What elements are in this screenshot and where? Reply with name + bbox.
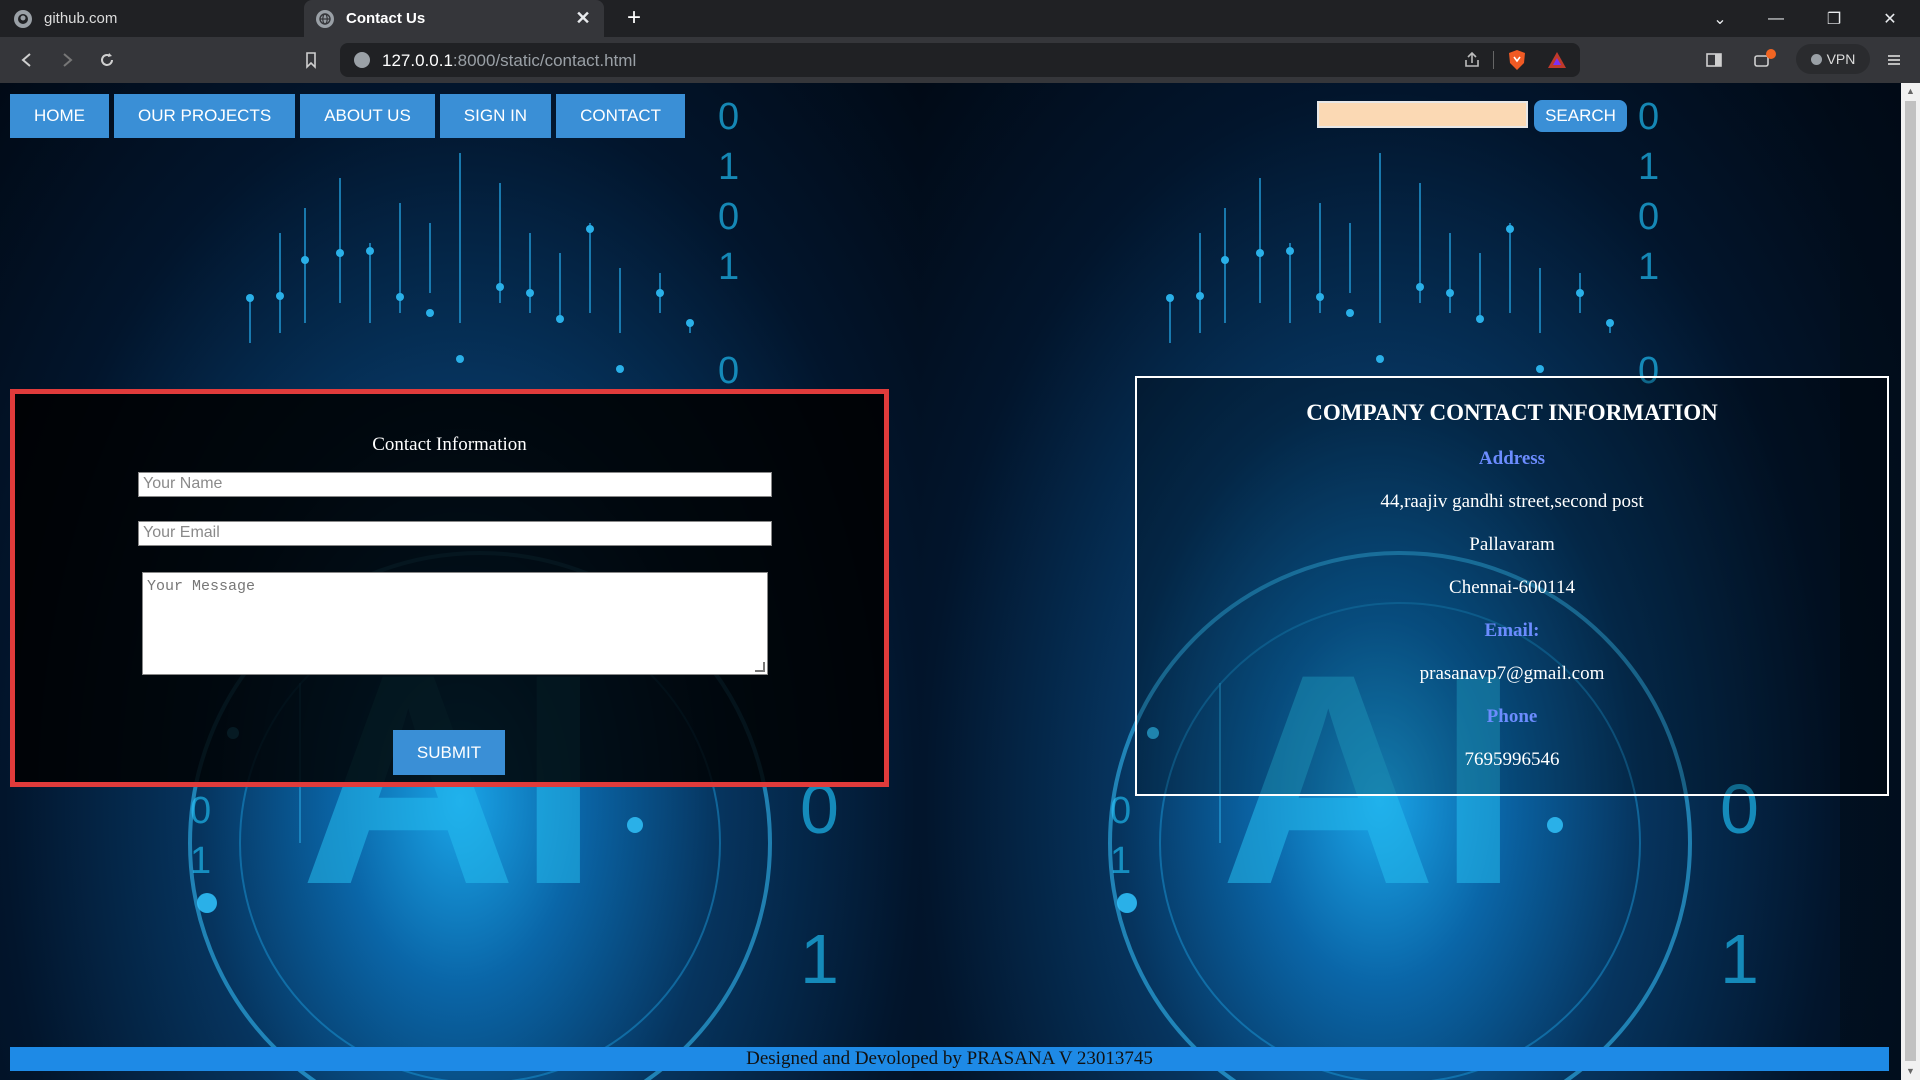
scrollbar-thumb[interactable] [1905, 101, 1916, 1061]
brave-shields-icon[interactable] [1506, 49, 1528, 71]
url-text[interactable]: 127.0.0.1:8000/static/contact.html [382, 51, 636, 71]
tab-title: Contact Us [346, 10, 426, 27]
close-tab-icon[interactable]: ✕ [574, 9, 592, 27]
address-label: Address [1478, 448, 1546, 469]
nav-home[interactable]: HOME [10, 94, 109, 138]
url-host: 127.0.0.1 [382, 51, 453, 70]
info-heading: COMPANY CONTACT INFORMATION [1306, 400, 1718, 425]
divider [1493, 51, 1494, 69]
tab-title: github.com [44, 10, 118, 27]
search-button[interactable]: SEARCH [1534, 100, 1627, 132]
address-bar[interactable]: 127.0.0.1:8000/static/contact.html [340, 43, 1580, 77]
phone-value: 7695996546 [1464, 749, 1560, 770]
nav-our-projects[interactable]: OUR PROJECTS [114, 94, 296, 138]
share-icon[interactable] [1462, 50, 1482, 70]
binary-digit: 1 [1638, 246, 1659, 288]
close-window-button[interactable]: ✕ [1862, 0, 1918, 37]
bookmark-icon[interactable] [297, 46, 325, 74]
vpn-button[interactable]: VPN [1796, 44, 1870, 74]
email-value: prasanavp7@gmail.com [1419, 663, 1605, 684]
page-viewport: 0 1 0 1 0 0 1 0 1 AI [0, 83, 1901, 1080]
back-icon[interactable] [13, 46, 41, 74]
scroll-up-icon[interactable]: ▲ [1905, 86, 1916, 96]
binary-digit: 1 [1638, 146, 1659, 188]
search-input[interactable] [1317, 101, 1528, 128]
form-title: Contact Information [372, 434, 527, 455]
binary-digit: 0 [1638, 196, 1659, 238]
url-path: :8000/static/contact.html [452, 51, 637, 70]
globe-icon [316, 9, 334, 28]
binary-digit: 1 [1720, 920, 1759, 998]
footer: Designed and Devoloped by PRASANA V 2301… [10, 1047, 1889, 1071]
binary-digit: 0 [1638, 96, 1659, 138]
vpn-label: VPN [1826, 51, 1856, 67]
nav-contact[interactable]: CONTACT [556, 94, 685, 138]
binary-digit: 0 [718, 96, 739, 138]
tab-contact-us[interactable]: Contact Us ✕ [304, 0, 604, 37]
address-line-1: 44,raajiv gandhi street,second post [1380, 491, 1644, 512]
nav-sign-in[interactable]: SIGN IN [439, 94, 552, 138]
browser-toolbar: 127.0.0.1:8000/static/contact.html VPN [0, 37, 1920, 83]
page-scrollbar[interactable]: ▲ ▼ [1901, 83, 1920, 1080]
submit-button[interactable]: SUBMIT [393, 730, 505, 775]
brave-rewards-icon[interactable] [1546, 49, 1568, 71]
binary-digit: 1 [718, 246, 739, 288]
address-line-3: Chennai-600114 [1449, 577, 1575, 598]
main-nav: HOME OUR PROJECTS ABOUT US SIGN IN CONTA… [10, 94, 685, 138]
binary-digit: 1 [718, 146, 739, 188]
binary-digit: 0 [718, 350, 739, 392]
name-field[interactable]: Your Name [138, 472, 772, 497]
message-textarea[interactable]: Your Message [142, 572, 768, 675]
new-tab-button[interactable]: + [620, 4, 648, 32]
minimize-button[interactable]: — [1748, 0, 1804, 37]
binary-digit: 1 [800, 920, 839, 998]
email-field[interactable]: Your Email [138, 521, 772, 546]
sidebar-toggle-icon[interactable] [1700, 46, 1728, 74]
nav-about-us[interactable]: ABOUT US [300, 94, 435, 138]
menu-icon[interactable] [1880, 46, 1908, 74]
binary-digit: 0 [718, 196, 739, 238]
notification-badge [1766, 49, 1776, 59]
resize-handle-icon[interactable] [755, 662, 765, 672]
site-info-icon[interactable] [354, 52, 370, 68]
phone-label: Phone [1486, 706, 1538, 727]
vpn-status-icon [1810, 53, 1822, 65]
address-line-2: Pallavaram [1469, 534, 1555, 555]
scroll-down-icon[interactable]: ▼ [1905, 1066, 1916, 1076]
message-placeholder: Your Message [147, 578, 256, 595]
tab-search-chevron-icon[interactable]: ⌄ [1692, 0, 1748, 37]
browser-tab-strip: github.com Contact Us ✕ + ⌄ — ❐ ✕ [0, 0, 1920, 37]
tab-github[interactable]: github.com [0, 0, 300, 37]
email-label: Email: [1484, 620, 1540, 641]
contact-form: Contact Information Your Name Your Email… [10, 389, 889, 787]
github-icon [14, 9, 32, 28]
forward-icon[interactable] [53, 46, 81, 74]
restore-button[interactable]: ❐ [1806, 0, 1862, 37]
company-contact-info: COMPANY CONTACT INFORMATION Address 44,r… [1135, 376, 1889, 796]
reload-icon[interactable] [93, 46, 121, 74]
